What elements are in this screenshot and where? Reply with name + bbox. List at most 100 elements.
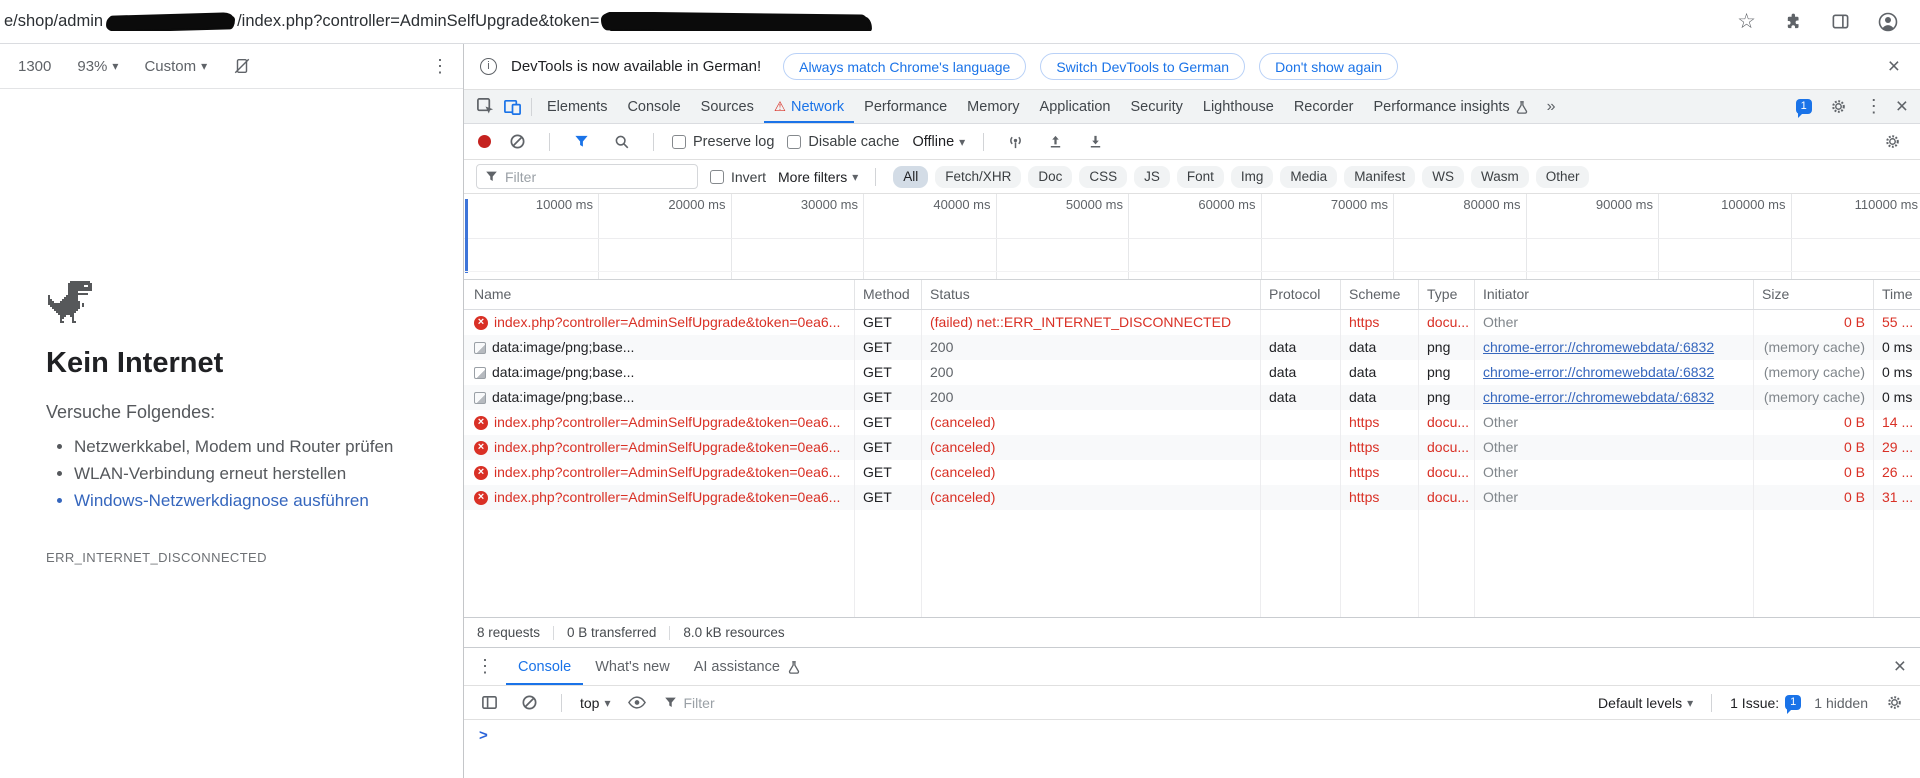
disable-cache-checkbox[interactable]: Disable cache [787, 134, 899, 150]
import-har-icon[interactable] [1042, 128, 1069, 155]
invert-filter-checkbox[interactable]: Invert [710, 169, 766, 185]
tab-elements[interactable]: Elements [537, 90, 617, 123]
column-header-method[interactable]: Method [855, 280, 922, 309]
request-initiator[interactable]: Other [1475, 310, 1754, 335]
log-levels-dropdown[interactable]: Default levels [1598, 695, 1693, 711]
request-type-chip[interactable]: JS [1134, 165, 1170, 188]
device-toolbar-toggle-icon[interactable] [499, 93, 526, 120]
request-type-chip[interactable]: WS [1422, 165, 1464, 188]
device-toolbar-menu-icon[interactable]: ⋮ [431, 56, 449, 77]
devtools-menu-icon[interactable]: ⋮ [1865, 96, 1883, 117]
table-row[interactable]: index.php?controller=AdminSelfUpgrade&to… [464, 410, 1920, 435]
eye-icon[interactable] [624, 689, 651, 716]
notification-action-button[interactable]: Always match Chrome's language [783, 53, 1027, 80]
request-initiator[interactable]: chrome-error://chromewebdata/:6832 [1475, 335, 1754, 360]
column-header-scheme[interactable]: Scheme [1341, 280, 1419, 309]
tab-console[interactable]: Console [617, 90, 690, 123]
network-conditions-icon[interactable] [1002, 128, 1029, 155]
device-height-value[interactable]: 1300 [18, 58, 51, 75]
drawer-menu-icon[interactable]: ⋮ [464, 656, 506, 677]
tab-lighthouse[interactable]: Lighthouse [1193, 90, 1284, 123]
more-tabs-icon[interactable]: » [1539, 98, 1564, 116]
column-header-size[interactable]: Size [1754, 280, 1874, 309]
request-initiator[interactable]: Other [1475, 460, 1754, 485]
request-initiator[interactable]: chrome-error://chromewebdata/:6832 [1475, 385, 1754, 410]
console-sidebar-icon[interactable] [476, 689, 503, 716]
request-type-chip[interactable]: Doc [1028, 165, 1073, 188]
request-initiator[interactable]: Other [1475, 435, 1754, 460]
request-type-chip[interactable]: Img [1230, 165, 1274, 188]
console-messages-badge[interactable]: 1 [1795, 99, 1812, 118]
preserve-log-checkbox[interactable]: Preserve log [672, 134, 774, 150]
tab-memory[interactable]: Memory [957, 90, 1029, 123]
record-network-log-icon[interactable] [478, 135, 491, 148]
request-type-chip[interactable]: Wasm [1470, 165, 1529, 188]
table-row[interactable]: data:image/png;base... GET 200 data data… [464, 360, 1920, 385]
search-icon[interactable] [608, 128, 635, 155]
column-header-protocol[interactable]: Protocol [1261, 280, 1341, 309]
table-row[interactable]: index.php?controller=AdminSelfUpgrade&to… [464, 485, 1920, 510]
console-prompt[interactable]: > [464, 720, 1920, 750]
table-row[interactable]: index.php?controller=AdminSelfUpgrade&to… [464, 310, 1920, 335]
bookmark-star-icon[interactable]: ☆ [1737, 11, 1756, 32]
tab-network[interactable]: ⚠ Network [764, 90, 854, 123]
tab-performance-insights[interactable]: Performance insights [1363, 90, 1538, 123]
tab-sources[interactable]: Sources [691, 90, 764, 123]
drawer-tab-ai-assistance[interactable]: AI assistance [682, 648, 813, 685]
request-type-chip[interactable]: Manifest [1344, 165, 1416, 188]
tab-performance[interactable]: Performance [854, 90, 957, 123]
tab-application[interactable]: Application [1030, 90, 1121, 123]
request-initiator[interactable]: chrome-error://chromewebdata/:6832 [1475, 360, 1754, 385]
column-header-status[interactable]: Status [922, 280, 1261, 309]
notification-action-button[interactable]: Switch DevTools to German [1040, 53, 1246, 80]
notification-action-button[interactable]: Don't show again [1259, 53, 1399, 80]
issues-counter[interactable]: 1 Issue: 1 [1730, 695, 1802, 714]
console-filter-input[interactable] [683, 694, 844, 711]
column-header-type[interactable]: Type [1419, 280, 1475, 309]
console-settings-gear-icon[interactable] [1881, 689, 1908, 716]
request-type-chip[interactable]: Font [1176, 165, 1224, 188]
network-settings-gear-icon[interactable] [1879, 128, 1906, 155]
export-har-icon[interactable] [1082, 128, 1109, 155]
drawer-tab-whats-new[interactable]: What's new [583, 648, 682, 685]
network-filter-input[interactable] [505, 168, 689, 185]
throttling-dropdown[interactable]: Offline [912, 134, 965, 150]
more-filters-dropdown[interactable]: More filters [778, 169, 858, 185]
side-panel-icon[interactable] [1831, 12, 1850, 31]
inspect-element-icon[interactable] [472, 93, 499, 120]
column-header-time[interactable]: Time [1874, 280, 1920, 309]
hidden-messages-count[interactable]: 1 hidden [1814, 695, 1868, 711]
rotate-device-icon[interactable] [233, 57, 251, 75]
table-row[interactable]: index.php?controller=AdminSelfUpgrade&to… [464, 460, 1920, 485]
table-row[interactable]: data:image/png;base... GET 200 data data… [464, 385, 1920, 410]
console-context-dropdown[interactable]: top [580, 695, 611, 711]
notification-close-icon[interactable]: × [1888, 56, 1900, 77]
request-type-chip[interactable]: Fetch/XHR [935, 165, 1022, 188]
zoom-dropdown[interactable]: 93% [77, 58, 118, 75]
drawer-tab-console[interactable]: Console [506, 648, 583, 685]
url-text[interactable]: e/shop/admin /index.php?controller=Admin… [4, 12, 1717, 31]
request-type-chip[interactable]: All [893, 165, 929, 188]
network-request-table: Name Method Status Protocol Scheme Type … [464, 280, 1920, 618]
request-initiator[interactable]: Other [1475, 485, 1754, 510]
clear-console-icon[interactable] [516, 689, 543, 716]
devtools-close-icon[interactable]: × [1896, 96, 1908, 117]
profile-avatar[interactable] [1878, 12, 1898, 32]
clear-network-log-icon[interactable] [504, 128, 531, 155]
device-preset-dropdown[interactable]: Custom [144, 58, 207, 75]
drawer-close-icon[interactable]: × [1894, 656, 1906, 677]
request-type-chip[interactable]: CSS [1079, 165, 1128, 188]
settings-gear-icon[interactable] [1825, 93, 1852, 120]
extensions-icon[interactable] [1784, 12, 1803, 31]
column-header-name[interactable]: Name [464, 280, 855, 309]
request-initiator[interactable]: Other [1475, 410, 1754, 435]
network-overview-timeline[interactable]: 10000 ms 20000 ms 30000 ms 40000 ms 5000… [464, 194, 1920, 280]
request-type-chip[interactable]: Media [1280, 165, 1338, 188]
request-type-chip[interactable]: Other [1535, 165, 1590, 188]
tab-security[interactable]: Security [1120, 90, 1192, 123]
table-row[interactable]: data:image/png;base... GET 200 data data… [464, 335, 1920, 360]
tab-recorder[interactable]: Recorder [1284, 90, 1364, 123]
filter-toggle-icon[interactable] [568, 128, 595, 155]
column-header-initiator[interactable]: Initiator [1475, 280, 1754, 309]
table-row[interactable]: index.php?controller=AdminSelfUpgrade&to… [464, 435, 1920, 460]
